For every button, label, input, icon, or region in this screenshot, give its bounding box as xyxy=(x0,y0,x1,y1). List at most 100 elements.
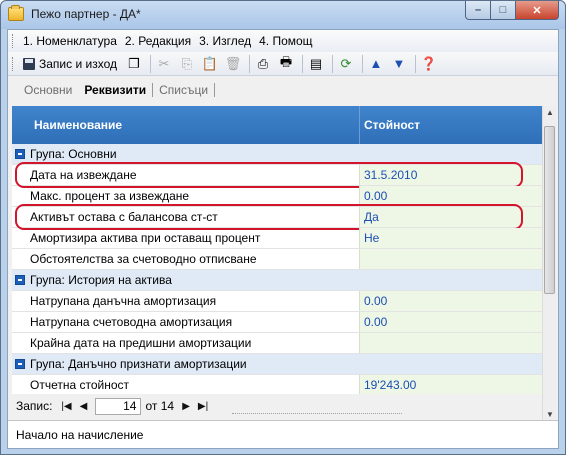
toolbar-separator xyxy=(301,54,303,73)
group-label: Група: Основни xyxy=(30,147,117,161)
toolbar-separator xyxy=(414,54,416,73)
grid-rows: Група: Основни Дата на извеждане 31.5.2010… xyxy=(12,144,542,396)
group-row[interactable]: Група: Данъчно признати амортизации xyxy=(12,354,542,375)
collapse-icon[interactable] xyxy=(15,359,25,369)
prev-record-button[interactable]: ◀ xyxy=(75,399,91,413)
report-icon[interactable]: ▤ xyxy=(306,54,326,74)
menu-view[interactable]: 3. Изглед xyxy=(195,34,255,48)
last-record-button[interactable]: ▶| xyxy=(195,399,211,413)
tab-strip: Основни Реквизити Списъци xyxy=(8,78,558,102)
save-and-exit-label: Запис и изход xyxy=(39,56,117,71)
maximize-button[interactable]: □ xyxy=(491,1,516,20)
group-label: Група: Данъчно признати амортизации xyxy=(30,357,247,371)
copy-window-icon[interactable]: ❐ xyxy=(124,54,144,74)
collapse-icon[interactable] xyxy=(15,149,25,159)
property-row[interactable]: Отчетна стойност 19'243.00 xyxy=(12,375,542,396)
property-name: Дата на извеждане xyxy=(30,168,137,182)
property-row[interactable]: Обстоятелства за счетоводно отписване xyxy=(12,249,542,270)
property-name: Макс. процент за извеждане xyxy=(30,189,190,203)
client-area: 1. Номенклатура 2. Редакция 3. Изглед 4.… xyxy=(7,29,559,449)
print-preview-icon[interactable]: 🖶 xyxy=(276,54,296,74)
tab-separator xyxy=(214,83,216,97)
record-total: от 14 xyxy=(145,399,175,413)
title-bar[interactable]: Пежо партнер - ДА* – □ ✕ xyxy=(1,1,565,29)
close-button[interactable]: ✕ xyxy=(516,1,559,20)
toolbar-separator xyxy=(361,54,363,73)
status-bar: Начало на начисление xyxy=(8,420,558,448)
property-row[interactable]: Макс. процент за извеждане 0.00 xyxy=(12,186,542,207)
menu-bar: 1. Номенклатура 2. Редакция 3. Изглед 4.… xyxy=(8,30,558,52)
collapse-icon[interactable] xyxy=(15,275,25,285)
column-header-name[interactable]: Наименование xyxy=(34,118,122,132)
property-value[interactable]: 0.00 xyxy=(364,189,387,203)
menu-grip[interactable] xyxy=(12,34,15,48)
property-name: Активът остава с балансова ст-ст xyxy=(30,210,218,224)
property-row[interactable]: Крайна дата на предишни амортизации xyxy=(12,333,542,354)
save-and-exit-button[interactable]: Запис и изход xyxy=(19,54,121,74)
vertical-scrollbar[interactable]: ▲ ▼ xyxy=(542,106,556,422)
scroll-thumb[interactable] xyxy=(544,126,555,294)
cut-icon[interactable]: ✂ xyxy=(154,54,174,74)
record-label: Запис: xyxy=(16,399,53,413)
tab-lists[interactable]: Списъци xyxy=(153,83,214,97)
arrow-down-icon[interactable]: ▼ xyxy=(389,54,409,74)
folder-icon xyxy=(8,5,24,21)
menu-help[interactable]: 4. Помощ xyxy=(255,34,316,48)
scroll-up-icon[interactable]: ▲ xyxy=(543,106,557,120)
next-record-button[interactable]: ▶ xyxy=(178,399,194,413)
property-row[interactable]: Активът остава с балансова ст-ст Да xyxy=(12,204,542,230)
delete-icon[interactable]: 🗑 xyxy=(223,54,243,74)
minimize-button[interactable]: – xyxy=(465,1,491,20)
menu-nomenclature[interactable]: 1. Номенклатура xyxy=(19,34,121,48)
property-name: Амортизира актива при оставащ процент xyxy=(30,231,261,245)
group-row[interactable]: Група: Основни xyxy=(12,144,542,165)
property-grid: Наименование Стойност Група: Основни Дата… xyxy=(12,106,542,398)
property-row[interactable]: Натрупана счетоводна амортизация 0.00 xyxy=(12,312,542,333)
column-divider[interactable] xyxy=(359,106,360,144)
value-cell[interactable] xyxy=(359,228,542,248)
property-value[interactable]: 19'243.00 xyxy=(364,378,416,392)
arrow-up-icon[interactable]: ▲ xyxy=(366,54,386,74)
copy-icon[interactable]: ⎘ xyxy=(177,54,197,74)
property-name: Обстоятелства за счетоводно отписване xyxy=(30,252,257,266)
toolbar: Запис и изход ❐ ✂ ⎘ 📋 🗑 ⎙ 🖶 ▤ ⟳ ▲ ▼ ❓ xyxy=(8,52,558,76)
toolbar-separator xyxy=(149,54,151,73)
horizontal-scroll-divider[interactable] xyxy=(232,413,402,419)
value-cell[interactable] xyxy=(359,333,542,353)
first-record-button[interactable]: |◀ xyxy=(58,399,74,413)
group-label: Група: История на актива xyxy=(30,273,172,287)
property-row[interactable]: Дата на извеждане 31.5.2010 xyxy=(12,162,542,188)
property-value[interactable]: 0.00 xyxy=(364,294,387,308)
menu-edit[interactable]: 2. Редакция xyxy=(121,34,195,48)
toolbar-separator xyxy=(248,54,250,73)
property-value[interactable]: 0.00 xyxy=(364,315,387,329)
value-cell[interactable] xyxy=(359,207,542,227)
property-name: Натрупана счетоводна амортизация xyxy=(30,315,233,329)
refresh-icon[interactable]: ⟳ xyxy=(336,54,356,74)
toolbar-grip[interactable] xyxy=(12,56,15,71)
property-name: Отчетна стойност xyxy=(30,378,130,392)
help-icon[interactable]: ❓ xyxy=(419,54,439,74)
print-icon[interactable]: ⎙ xyxy=(253,54,273,74)
tab-requisites[interactable]: Реквизити xyxy=(78,83,152,97)
paste-icon[interactable]: 📋 xyxy=(200,54,220,74)
property-row[interactable]: Натрупана данъчна амортизация 0.00 xyxy=(12,291,542,312)
window-title: Пежо партнер - ДА* xyxy=(31,7,141,21)
record-number-input[interactable]: 14 xyxy=(95,397,142,415)
property-value[interactable]: Не xyxy=(364,231,379,245)
property-value[interactable]: Да xyxy=(364,210,379,224)
property-name: Натрупана данъчна амортизация xyxy=(30,294,217,308)
status-text: Начало на начисление xyxy=(16,428,144,442)
group-row[interactable]: Група: История на актива xyxy=(12,270,542,291)
property-value[interactable]: 31.5.2010 xyxy=(364,168,417,182)
tab-main[interactable]: Основни xyxy=(18,83,78,97)
grid-header: Наименование Стойност xyxy=(12,106,542,144)
column-header-value[interactable]: Стойност xyxy=(364,118,420,132)
toolbar-separator xyxy=(331,54,333,73)
caption-buttons: – □ ✕ xyxy=(465,1,559,21)
save-icon xyxy=(23,57,35,70)
app-window: Пежо партнер - ДА* – □ ✕ 1. Номенклатура… xyxy=(0,0,566,455)
property-row[interactable]: Амортизира актива при оставащ процент Не xyxy=(12,228,542,249)
property-name: Крайна дата на предишни амортизации xyxy=(30,336,252,350)
value-cell[interactable] xyxy=(359,249,542,269)
